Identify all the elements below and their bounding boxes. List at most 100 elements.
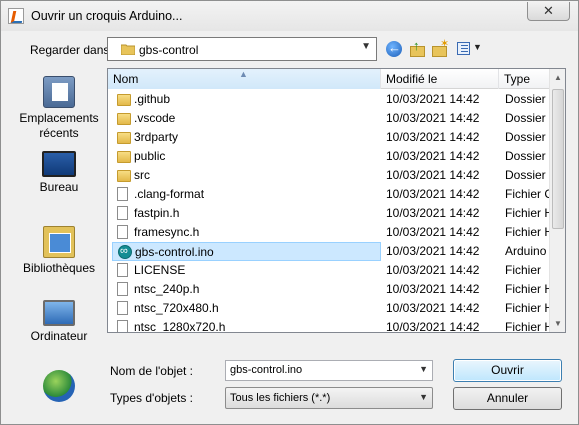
open-button[interactable]: Ouvrir xyxy=(453,359,562,382)
place-label: Emplacements récents xyxy=(19,111,99,140)
scroll-thumb[interactable] xyxy=(552,89,564,229)
up-one-level-button[interactable]: ↑ xyxy=(408,38,428,58)
network-icon xyxy=(43,370,75,402)
chevron-down-icon: ▼ xyxy=(361,41,371,52)
file-name-cell[interactable]: public xyxy=(112,147,381,166)
file-name: ntsc_240p.h xyxy=(134,282,200,296)
file-type: Fichier H xyxy=(505,225,549,239)
vertical-scrollbar[interactable]: ▲ ▼ xyxy=(549,69,565,332)
object-type-value: Tous les fichiers (*.*) xyxy=(230,392,331,404)
file-date: 10/03/2021 14:42 xyxy=(386,206,480,220)
file-name-cell[interactable]: src xyxy=(112,166,381,185)
file-row[interactable]: framesync.h 10/03/2021 14:42 Fichier H xyxy=(108,223,549,242)
object-type-label: Types d'objets : xyxy=(110,391,194,405)
title-bar[interactable]: Ouvrir un croquis Arduino... ✕ xyxy=(1,1,578,31)
file-date: 10/03/2021 14:42 xyxy=(386,130,480,144)
file-name-cell[interactable]: fastpin.h xyxy=(112,204,381,223)
file-row[interactable]: ntsc_1280x720.h 10/03/2021 14:42 Fichier H xyxy=(108,318,549,333)
file-type: Fichier CLANG-FORMAT xyxy=(505,187,549,201)
file-name-cell[interactable]: .github xyxy=(112,90,381,109)
file-name: 3rdparty xyxy=(134,130,179,144)
place-label: Ordinateur xyxy=(30,329,88,343)
file-date: 10/03/2021 14:42 xyxy=(386,320,480,333)
view-menu-icon xyxy=(457,42,470,55)
file-type: Fichier xyxy=(505,263,542,277)
cancel-button[interactable]: Annuler xyxy=(453,387,562,410)
column-name[interactable]: ▲ Nom xyxy=(108,69,381,89)
new-folder-button[interactable]: ✶ xyxy=(430,38,450,58)
file-icon xyxy=(117,225,128,239)
look-in-value: gbs-control xyxy=(139,43,199,57)
look-in-label: Regarder dans : xyxy=(30,43,117,57)
file-name-cell[interactable]: framesync.h xyxy=(112,223,381,242)
place-recent[interactable]: Emplacements récents xyxy=(9,76,109,141)
file-date: 10/03/2021 14:42 xyxy=(386,301,480,315)
desktop-icon xyxy=(42,151,76,177)
java-app-icon xyxy=(8,8,24,24)
file-name-cell[interactable]: .clang-format xyxy=(112,185,381,204)
place-label: Bibliothèques xyxy=(22,261,96,275)
place-desktop[interactable]: Bureau xyxy=(9,151,109,195)
object-name-value: gbs-control.ino xyxy=(230,364,303,376)
file-name-cell[interactable]: 3rdparty xyxy=(112,128,381,147)
file-row[interactable]: ntsc_240p.h 10/03/2021 14:42 Fichier H xyxy=(108,280,549,299)
file-type: Arduino file xyxy=(505,244,549,258)
file-name: .github xyxy=(134,92,171,106)
object-type-select[interactable]: Tous les fichiers (*.*) ▼ xyxy=(225,387,433,409)
file-name-cell[interactable]: gbs-control.ino xyxy=(112,242,381,261)
file-list[interactable]: ▲ Nom Modifié le Type .github 10/03/2021 … xyxy=(107,68,566,333)
file-type: Fichier H xyxy=(505,206,549,220)
column-date[interactable]: Modifié le xyxy=(381,69,499,89)
file-type: Dossier de fichiers xyxy=(505,168,549,182)
file-name-cell[interactable]: ntsc_1280x720.h xyxy=(112,318,381,332)
place-computer[interactable]: Ordinateur xyxy=(9,300,109,344)
folder-icon xyxy=(117,132,131,144)
file-type: Dossier de fichiers xyxy=(505,111,549,125)
file-icon xyxy=(117,282,128,296)
file-row[interactable]: src 10/03/2021 14:42 Dossier de fichiers xyxy=(108,166,549,185)
file-rows: .github 10/03/2021 14:42 Dossier de fichie… xyxy=(108,90,549,333)
file-name: .vscode xyxy=(134,111,176,125)
folder-icon xyxy=(117,151,131,163)
scroll-up-icon[interactable]: ▲ xyxy=(550,69,565,86)
file-type: Fichier H xyxy=(505,320,549,333)
file-row[interactable]: ntsc_720x480.h 10/03/2021 14:42 Fichier H xyxy=(108,299,549,318)
file-name-cell[interactable]: .vscode xyxy=(112,109,381,128)
file-row[interactable]: fastpin.h 10/03/2021 14:42 Fichier H xyxy=(108,204,549,223)
place-libraries[interactable]: Bibliothèques xyxy=(9,226,109,276)
file-name: src xyxy=(134,168,150,182)
file-type: Dossier de fichiers xyxy=(505,130,549,144)
file-row[interactable]: .github 10/03/2021 14:42 Dossier de fichie… xyxy=(108,90,549,109)
place-network[interactable] xyxy=(9,370,109,405)
chevron-down-icon[interactable]: ▼ xyxy=(419,364,428,374)
file-name: .clang-format xyxy=(134,187,205,201)
file-name-cell[interactable]: ntsc_720x480.h xyxy=(112,299,381,318)
file-date: 10/03/2021 14:42 xyxy=(386,111,480,125)
object-name-field[interactable]: gbs-control.ino ▼ xyxy=(225,360,433,381)
file-row[interactable]: gbs-control.ino 10/03/2021 14:42 Arduino f… xyxy=(108,242,549,261)
column-name-label: Nom xyxy=(113,72,139,86)
file-name-cell[interactable]: LICENSE xyxy=(112,261,381,280)
scroll-down-icon[interactable]: ▼ xyxy=(550,315,565,332)
file-row[interactable]: .vscode 10/03/2021 14:42 Dossier de fichie… xyxy=(108,109,549,128)
look-in-combo[interactable]: gbs-control ▼ xyxy=(107,37,377,61)
libraries-icon xyxy=(43,226,75,258)
view-menu-button[interactable]: ▼ xyxy=(456,40,482,58)
file-type: Dossier de fichiers xyxy=(505,149,549,163)
place-label: Bureau xyxy=(39,180,79,194)
column-type[interactable]: Type xyxy=(499,69,549,89)
file-name-cell[interactable]: ntsc_240p.h xyxy=(112,280,381,299)
file-row[interactable]: LICENSE 10/03/2021 14:42 Fichier xyxy=(108,261,549,280)
file-name: framesync.h xyxy=(134,225,200,239)
file-row[interactable]: 3rdparty 10/03/2021 14:42 Dossier de fichi… xyxy=(108,128,549,147)
file-row[interactable]: .clang-format 10/03/2021 14:42 Fichier CLA… xyxy=(108,185,549,204)
file-icon xyxy=(117,301,128,315)
sort-ascending-icon: ▲ xyxy=(239,69,248,79)
file-name: gbs-control.ino xyxy=(135,245,214,259)
file-date: 10/03/2021 14:42 xyxy=(386,263,480,277)
file-icon xyxy=(117,320,128,332)
file-name: public xyxy=(134,149,166,163)
close-button[interactable]: ✕ xyxy=(527,2,570,21)
file-row[interactable]: public 10/03/2021 14:42 Dossier de fichier… xyxy=(108,147,549,166)
back-button[interactable] xyxy=(385,40,405,58)
